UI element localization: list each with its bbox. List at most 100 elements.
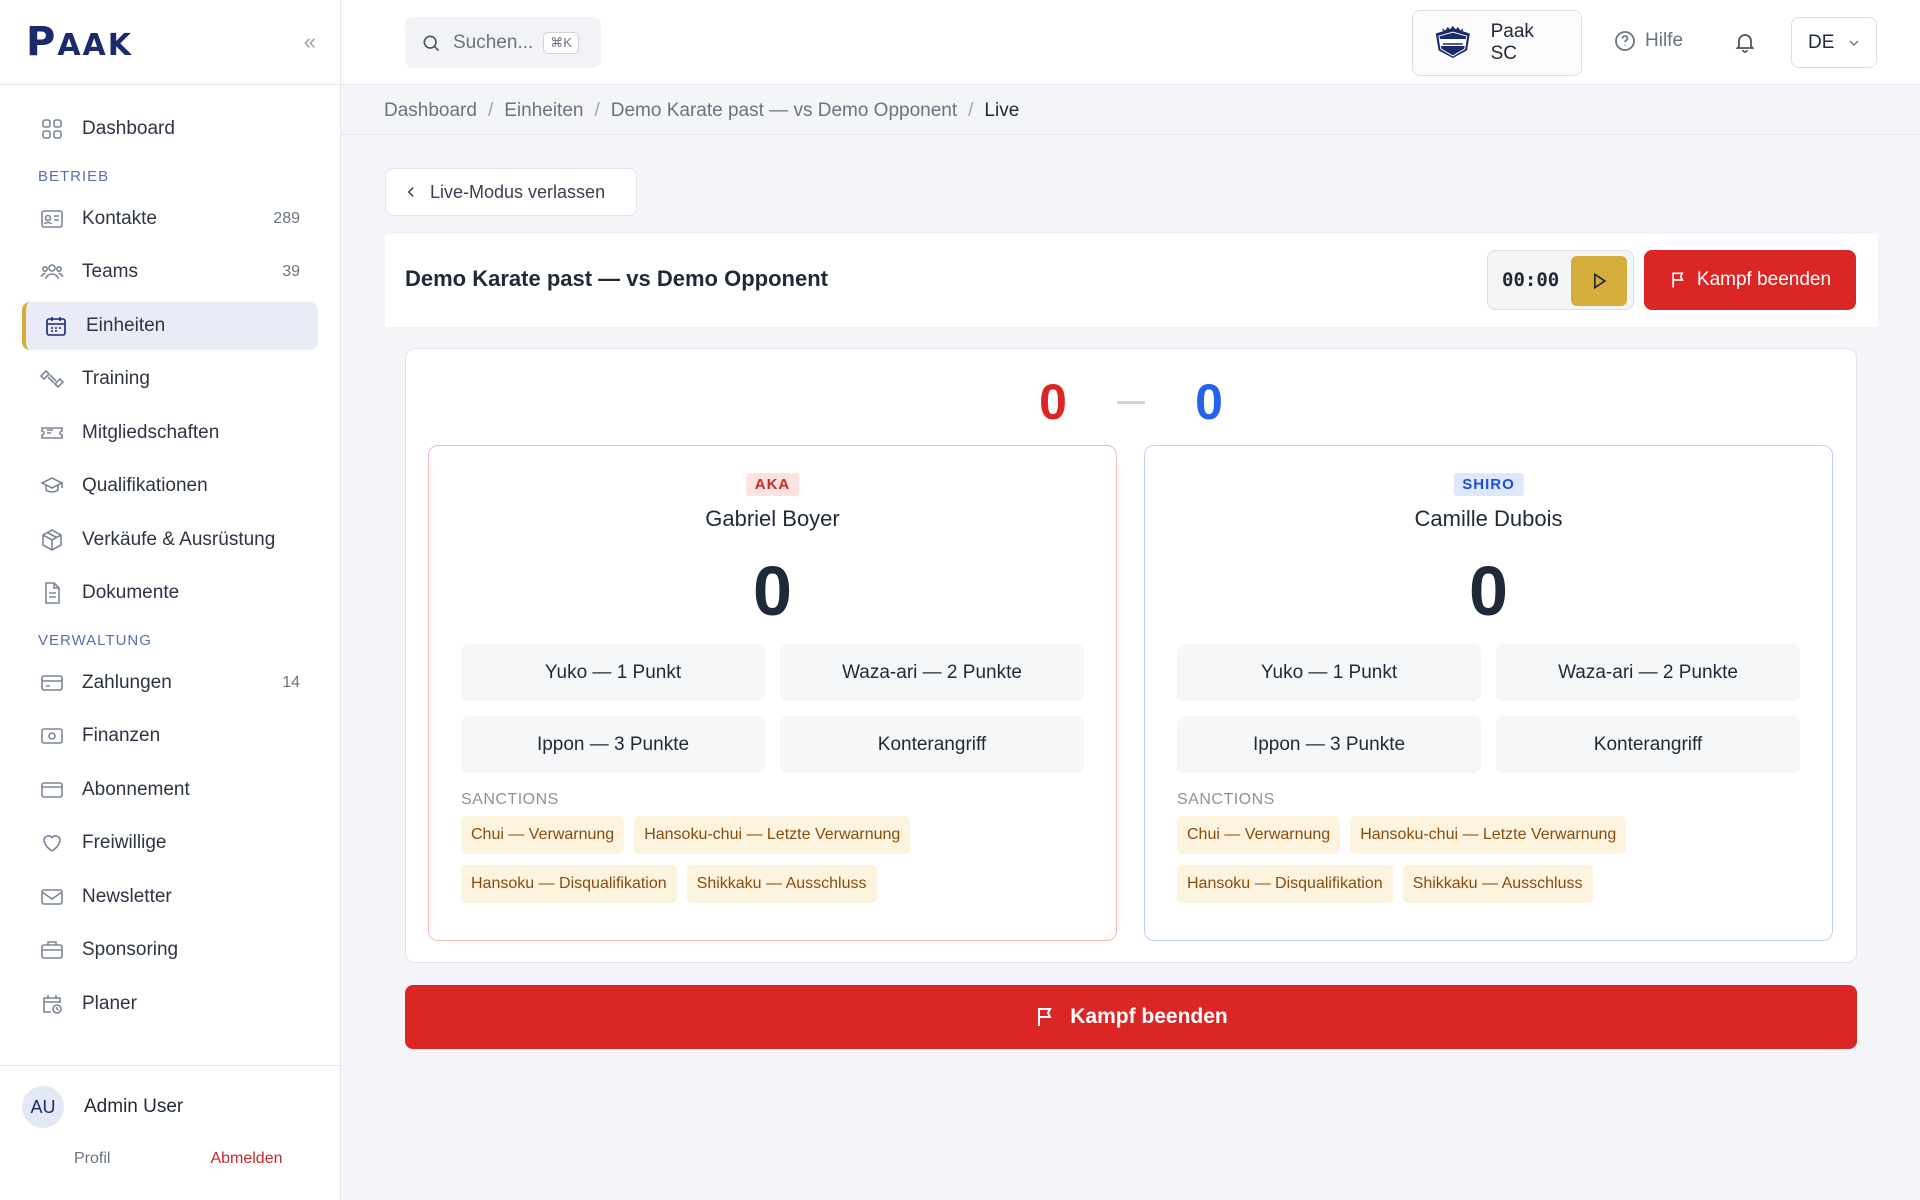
match-header: Demo Karate past — vs Demo Opponent 00:0… [385,234,1878,327]
flag-icon [1672,272,1684,288]
sidebar-item-label: Planer [82,992,137,1014]
sidebar-item-kontakte[interactable]: Kontakte 289 [22,195,318,243]
end-fight-label: Kampf beenden [1696,269,1832,290]
top-header: Suchen... ⌘K Paak SC Hilfe DE [341,0,1920,85]
sidebar-item-label: Dokumente [82,582,180,603]
leave-label: Live-Modus verlassen [430,181,606,202]
sidebar-item-label: Freiwillige [82,832,167,853]
sidebar: P AAK « Dashboard BETRIEB Kontakte 289 Te… [0,0,341,1200]
users-icon [40,260,64,284]
user-links: Profil Abmelden [22,1150,318,1168]
sanction-shikkaku-button[interactable]: Shikkaku — Ausschluss [1402,865,1593,903]
sidebar-item-label: Verkäufe & Ausrüstung [82,528,276,550]
sanction-chui-button[interactable]: Chui — Verwarnung [1177,816,1341,854]
sidebar-item-newsletter[interactable]: Newsletter [22,873,318,921]
sidebar-item-planer[interactable]: Planer [22,980,318,1028]
sidebar-item-freiwillige[interactable]: Freiwillige [22,819,318,867]
sidebar-item-label: Sponsoring [82,939,179,960]
end-fight-button[interactable]: Kampf beenden [405,985,1857,1049]
org-switcher[interactable]: Paak SC [1412,10,1582,76]
fighter-name: Camille Dubois [1414,506,1563,531]
fighter-score: 0 [753,552,792,630]
score-separator [1117,400,1145,404]
sidebar-item-einheiten[interactable]: Einheiten [22,301,318,350]
sanctions-label: SANCTIONS [461,791,559,808]
sidebar-item-dokumente[interactable]: Dokumente [22,569,318,617]
konterangriff-button[interactable]: Konterangriff [780,716,1084,774]
score-aka-total: 0 [1039,374,1067,430]
search-shortcut: ⌘K [543,31,579,54]
sidebar-item-dashboard[interactable]: Dashboard [22,105,318,153]
waza-ari-button[interactable]: Waza-ari — 2 Punkte [1496,644,1800,702]
breadcrumb-einheiten[interactable]: Einheiten [504,100,583,122]
yuko-button[interactable]: Yuko — 1 Punkt [1177,644,1481,702]
help-label: Hilfe [1645,30,1684,51]
fighter-tag: SHIRO [1453,473,1524,496]
start-timer-button[interactable] [1571,256,1627,306]
score-shiro-total: 0 [1195,374,1223,430]
breadcrumb-separator: / [487,100,494,121]
sidebar-nav: Dashboard BETRIEB Kontakte 289 Teams 39 … [0,85,340,1028]
language-select[interactable]: DE [1791,17,1877,68]
search-input[interactable]: Suchen... ⌘K [405,17,601,68]
sidebar-item-training[interactable]: Training [22,355,318,403]
profile-link[interactable]: Profil [74,1150,110,1168]
flag-icon [1038,1008,1052,1026]
help-button[interactable]: Hilfe [1613,29,1683,53]
logout-link[interactable]: Abmelden [210,1150,282,1168]
waza-ari-button[interactable]: Waza-ari — 2 Punkte [780,644,1084,702]
sanction-shikkaku-button[interactable]: Shikkaku — Ausschluss [686,865,877,903]
card-icon [40,778,64,802]
search-icon [423,35,440,51]
user-info[interactable]: AU Admin User [22,1086,318,1128]
end-fight-button-top[interactable]: Kampf beenden [1644,250,1856,310]
sidebar-item-finanzen[interactable]: Finanzen [22,712,318,760]
sidebar-item-mitgliedschaften[interactable]: Mitgliedschaften [22,409,318,457]
konterangriff-button[interactable]: Konterangriff [1496,716,1800,774]
mail-icon [40,885,64,909]
package-icon [40,528,64,552]
scoreboard: 0 0 AKA Gabriel Boyer 0 Yuko — 1 Punkt W… [405,348,1857,963]
sidebar-item-abonnement[interactable]: Abonnement [22,766,318,814]
leave-live-mode-button[interactable]: Live-Modus verlassen [385,168,637,216]
graduation-cap-icon [40,474,64,498]
heart-icon [40,831,64,855]
breadcrumb-event[interactable]: Demo Karate past — vs Demo Opponent [611,100,957,122]
breadcrumb: Dashboard / Einheiten / Demo Karate past… [384,97,1019,125]
sidebar-item-label: Einheiten [86,314,166,336]
sanction-hansoku-chui-button[interactable]: Hansoku-chui — Letzte Verwarnung [1350,816,1627,854]
count-badge: 39 [282,263,300,280]
ticket-icon [40,421,64,445]
search-placeholder: Suchen... [453,31,534,53]
sidebar-item-label: Mitgliedschaften [82,421,220,443]
divider [341,134,1920,135]
section-label-verwaltung: VERWALTUNG [38,632,152,649]
sanction-hansoku-button[interactable]: Hansoku — Disqualifikation [1177,865,1393,903]
sidebar-item-label: Finanzen [82,725,161,746]
brand-logo[interactable]: P AAK [26,19,133,65]
sidebar-item-label: Qualifikationen [82,475,208,496]
sidebar-header: P AAK « [0,0,340,85]
yuko-button[interactable]: Yuko — 1 Punkt [461,644,765,702]
match-timer: 00:00 [1487,250,1634,310]
sidebar-item-label: Teams [82,261,138,282]
logo-letter: P [26,19,58,65]
fighter-card-shiro: SHIRO Camille Dubois 0 Yuko — 1 Punkt Wa… [1144,445,1833,941]
sidebar-item-sponsoring[interactable]: Sponsoring [22,926,318,974]
banknote-icon [40,724,64,748]
contact-card-icon [40,207,64,231]
count-badge: 289 [273,209,300,227]
sidebar-item-verkaeufe[interactable]: Verkäufe & Ausrüstung [22,516,318,564]
collapse-sidebar-icon[interactable]: « [304,29,316,55]
sidebar-item-zahlungen[interactable]: Zahlungen 14 [22,659,318,707]
sanction-hansoku-chui-button[interactable]: Hansoku-chui — Letzte Verwarnung [634,816,911,854]
sanction-hansoku-button[interactable]: Hansoku — Disqualifikation [461,865,677,903]
notifications-button[interactable] [1733,30,1757,59]
ippon-button[interactable]: Ippon — 3 Punkte [461,716,765,774]
sidebar-item-teams[interactable]: Teams 39 [22,248,318,296]
sanction-chui-button[interactable]: Chui — Verwarnung [461,816,625,854]
sidebar-item-qualifikationen[interactable]: Qualifikationen [22,462,318,510]
breadcrumb-dashboard[interactable]: Dashboard [384,100,477,122]
ippon-button[interactable]: Ippon — 3 Punkte [1177,716,1481,774]
sidebar-item-label: Zahlungen [82,671,172,693]
